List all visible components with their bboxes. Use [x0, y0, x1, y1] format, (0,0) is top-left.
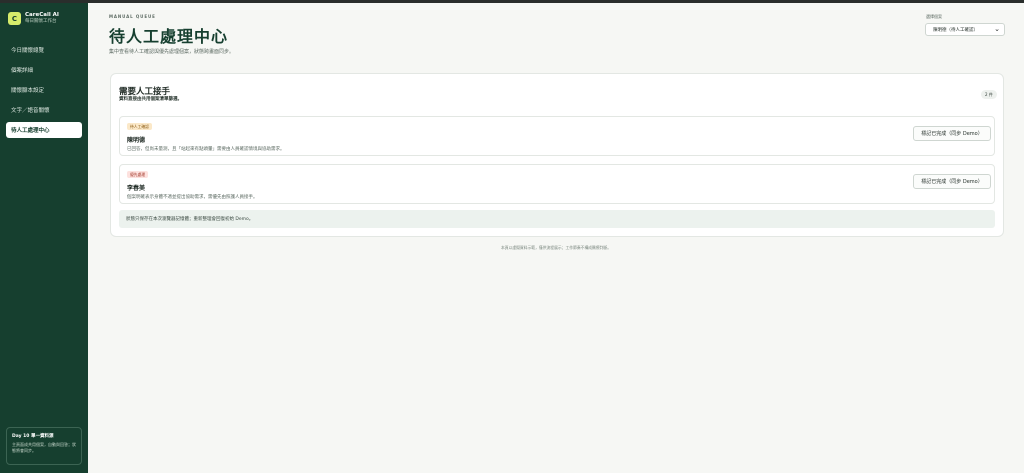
- footer-disclaimer: 本頁以虛擬資料示範，僅供流程展示；工作節奏不構成醫療判斷。: [500, 245, 612, 250]
- case-name: 李春美: [127, 185, 146, 192]
- case-select-dropdown[interactable]: 陳明德（待人工確認） ⌄: [925, 23, 1005, 36]
- chevron-down-icon: ⌄: [994, 25, 1000, 33]
- case-card: 優先處理 李春美 個案明確表示身體不適並提出協助需求，需優先由照護人員接手。 標…: [119, 164, 995, 204]
- brand-subtitle: 每日關懷工作台: [25, 19, 57, 24]
- sidebar-item-text-voice-care[interactable]: 文字／語音關懷: [6, 102, 82, 118]
- case-description: 已回答，但尚未量測，且「站起來有點頭暈」需要由人員確認情境與協助需求。: [127, 147, 285, 152]
- brand: C CareCall AI 每日關懷工作台: [8, 12, 59, 25]
- case-select-label: 選擇個案: [926, 14, 942, 19]
- day-info-card: Day 10 單一資料源 主頁面成共用個案，自動與回答；狀態將會同步。: [6, 427, 82, 465]
- sidebar: C CareCall AI 每日關懷工作台 今日關懷總覽 個案詳細 關懷腳本設定…: [0, 3, 88, 473]
- case-name: 陳明德: [127, 137, 146, 144]
- page-eyebrow: MANUAL QUEUE: [109, 14, 156, 19]
- status-badge: 優先處理: [127, 171, 149, 178]
- sidebar-item-manual-queue[interactable]: 待人工處理中心: [6, 122, 82, 138]
- sidebar-nav: 今日關懷總覽 個案詳細 關懷腳本設定 文字／語音關懷 待人工處理中心: [6, 42, 82, 142]
- manual-queue-panel: 需要人工接手 資料直接由共用個案清單篩選。 2 件 待人工確認 陳明德 已回答，…: [110, 73, 1004, 237]
- page-title: 待人工處理中心: [109, 27, 229, 46]
- sidebar-item-case-detail[interactable]: 個案詳細: [6, 62, 82, 78]
- brand-name: CareCall AI: [25, 12, 59, 18]
- mark-complete-button[interactable]: 標記已完成（同步 Demo）: [913, 126, 991, 141]
- case-description: 個案明確表示身體不適並提出協助需求，需優先由照護人員接手。: [127, 195, 258, 200]
- case-card: 待人工確認 陳明德 已回答，但尚未量測，且「站起來有點頭暈」需要由人員確認情境與…: [119, 116, 995, 156]
- count-badge: 2 件: [981, 90, 997, 99]
- panel-subtitle: 資料直接由共用個案清單篩選。: [119, 97, 182, 102]
- page-description: 集中查看待人工確認與優先處理個案，狀態跨畫面同步。: [109, 49, 235, 55]
- brand-logo-icon: C: [8, 12, 21, 25]
- main-content: MANUAL QUEUE 待人工處理中心 集中查看待人工確認與優先處理個案，狀態…: [88, 3, 1024, 473]
- state-notice: 狀態只保存在本次瀏覽器記憶體；重新整理會回復初始 Demo。: [119, 210, 995, 228]
- day-card-title: Day 10 單一資料源: [12, 434, 54, 439]
- mark-complete-button[interactable]: 標記已完成（同步 Demo）: [913, 174, 991, 189]
- sidebar-item-daily-overview[interactable]: 今日關懷總覽: [6, 42, 82, 58]
- sidebar-item-script-settings[interactable]: 關懷腳本設定: [6, 82, 82, 98]
- status-badge: 待人工確認: [127, 123, 152, 130]
- day-card-body: 主頁面成共用個案，自動與回答；狀態將會同步。: [12, 442, 76, 453]
- case-select-value: 陳明德（待人工確認）: [933, 27, 978, 33]
